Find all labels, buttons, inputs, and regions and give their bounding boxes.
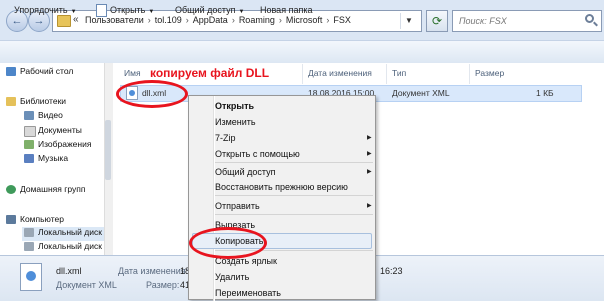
annotation-oval-copy — [189, 227, 267, 259]
organize-button[interactable]: Упорядочить ▼ — [14, 5, 77, 15]
nav-label: Рабочий стол — [20, 66, 74, 76]
submenu-arrow-icon: ▶ — [367, 151, 372, 157]
homegroup-icon — [6, 185, 16, 194]
refresh-button[interactable]: ⟳ — [426, 10, 448, 32]
open-label: Открыть — [110, 5, 146, 15]
nav-item-documents[interactable]: Документы — [24, 125, 82, 139]
breadcrumb-item[interactable]: tol.109 — [155, 15, 182, 25]
refresh-icon: ⟳ — [431, 14, 443, 28]
chevron-right-icon[interactable]: › — [186, 15, 189, 25]
column-divider[interactable] — [302, 64, 303, 84]
breadcrumb-item[interactable]: FSX — [333, 15, 351, 25]
documents-icon — [24, 126, 36, 137]
submenu-arrow-icon: ▶ — [367, 135, 372, 141]
file-type: Документ XML — [392, 88, 450, 98]
column-header-size[interactable]: Размер — [475, 68, 504, 78]
submenu-arrow-icon: ▶ — [367, 169, 372, 175]
nav-label: Локальный диск — [38, 241, 102, 251]
submenu-arrow-icon: ▶ — [367, 203, 372, 209]
chevron-down-icon: ▼ — [238, 9, 245, 15]
menu-item-restore[interactable]: Восстановить прежнюю версию — [215, 182, 348, 192]
search-icon[interactable] — [585, 14, 594, 23]
breadcrumb: Пользователи › tol.109 › AppData › Roaming › Mic… — [85, 15, 351, 25]
details-time: 16:23 — [380, 266, 403, 276]
search-placeholder: Поиск: FSX — [459, 16, 507, 26]
nav-label: Локальный диск — [38, 227, 102, 237]
column-header-type[interactable]: Тип — [392, 68, 406, 78]
menu-item-edit[interactable]: Изменить — [215, 117, 256, 127]
file-size: 1 КБ — [536, 88, 554, 98]
toolbar — [0, 41, 604, 64]
nav-item-local-disk[interactable]: Локальный диск — [24, 241, 102, 255]
images-icon — [24, 140, 34, 149]
breadcrumb-item[interactable]: Roaming — [239, 15, 275, 25]
nav-label: Изображения — [38, 139, 92, 149]
annotation-text: копируем файл DLL — [150, 66, 270, 80]
drive-icon — [24, 242, 34, 251]
chevron-right-icon[interactable]: › — [232, 15, 235, 25]
xml-file-icon — [20, 263, 42, 291]
folder-icon — [57, 15, 71, 27]
nav-scrollbar-thumb[interactable] — [105, 120, 111, 180]
menu-item-open-with[interactable]: Открыть с помощью — [215, 149, 300, 159]
column-header-date[interactable]: Дата изменения — [308, 68, 372, 78]
menu-item-delete[interactable]: Удалить — [215, 272, 249, 282]
nav-item-video[interactable]: Видео — [24, 110, 63, 124]
menu-item-7zip[interactable]: 7-Zip — [215, 133, 236, 143]
library-icon — [6, 97, 16, 106]
context-menu: Открыть Изменить 7-Zip ▶ Открыть с помощ… — [188, 95, 376, 301]
share-label: Общий доступ — [175, 5, 236, 15]
menu-separator — [215, 195, 373, 196]
open-file-icon — [96, 4, 107, 17]
nav-item-computer[interactable]: Компьютер — [6, 214, 64, 228]
nav-label: Музыка — [38, 153, 69, 163]
details-date-label: Дата изменения: — [118, 266, 189, 276]
chevron-right-icon[interactable]: › — [279, 15, 282, 25]
nav-item-local-disk[interactable]: Локальный диск — [22, 227, 104, 241]
menu-item-send-to[interactable]: Отправить — [215, 201, 260, 211]
nav-label: Документы — [38, 125, 82, 135]
share-button[interactable]: Общий доступ ▼ — [175, 5, 244, 15]
nav-item-desktop[interactable]: Рабочий стол — [6, 66, 74, 80]
nav-item-libraries[interactable]: Библиотеки — [6, 96, 67, 110]
computer-icon — [6, 215, 16, 224]
nav-label: Компьютер — [20, 214, 64, 224]
column-divider[interactable] — [386, 64, 387, 84]
search-input[interactable]: Поиск: FSX — [452, 10, 602, 32]
organize-label: Упорядочить — [14, 5, 68, 15]
desktop-icon — [6, 67, 16, 76]
nav-item-music[interactable]: Музыка — [24, 153, 69, 167]
nav-item-homegroup[interactable]: Домашняя групп — [6, 184, 86, 198]
breadcrumb-item[interactable]: AppData — [193, 15, 228, 25]
chevron-right-icon[interactable]: › — [326, 15, 329, 25]
nav-label: Домашняя групп — [20, 184, 86, 194]
menu-item-share[interactable]: Общий доступ — [215, 167, 275, 177]
menu-item-rename[interactable]: Переименовать — [215, 288, 281, 298]
open-button[interactable]: Открыть ▼ — [110, 5, 154, 15]
chevron-down-icon: ▼ — [70, 9, 77, 15]
column-divider[interactable] — [469, 64, 470, 84]
details-size-label: Размер: — [146, 280, 180, 290]
column-header-name[interactable]: Имя — [124, 68, 141, 78]
breadcrumb-item[interactable]: Пользователи — [85, 15, 144, 25]
chevron-right-icon[interactable]: › — [148, 15, 151, 25]
chevron-down-icon[interactable]: ▼ — [400, 13, 417, 29]
nav-item-images[interactable]: Изображения — [24, 139, 92, 153]
video-icon — [24, 111, 34, 120]
breadcrumb-item[interactable]: Microsoft — [286, 15, 323, 25]
drive-icon — [24, 228, 34, 237]
details-filename: dll.xml — [56, 266, 82, 276]
annotation-oval-file — [116, 80, 188, 108]
menu-separator — [215, 214, 373, 215]
details-filetype: Документ XML — [56, 280, 117, 290]
menu-separator — [215, 162, 373, 163]
nav-label: Библиотеки — [20, 96, 67, 106]
address-overflow-chevron[interactable]: « — [73, 14, 79, 25]
chevron-down-icon: ▼ — [148, 9, 155, 15]
menu-item-open[interactable]: Открыть — [215, 101, 254, 111]
music-icon — [24, 154, 34, 163]
new-folder-button[interactable]: Новая папка — [260, 5, 312, 15]
nav-label: Видео — [38, 110, 63, 120]
